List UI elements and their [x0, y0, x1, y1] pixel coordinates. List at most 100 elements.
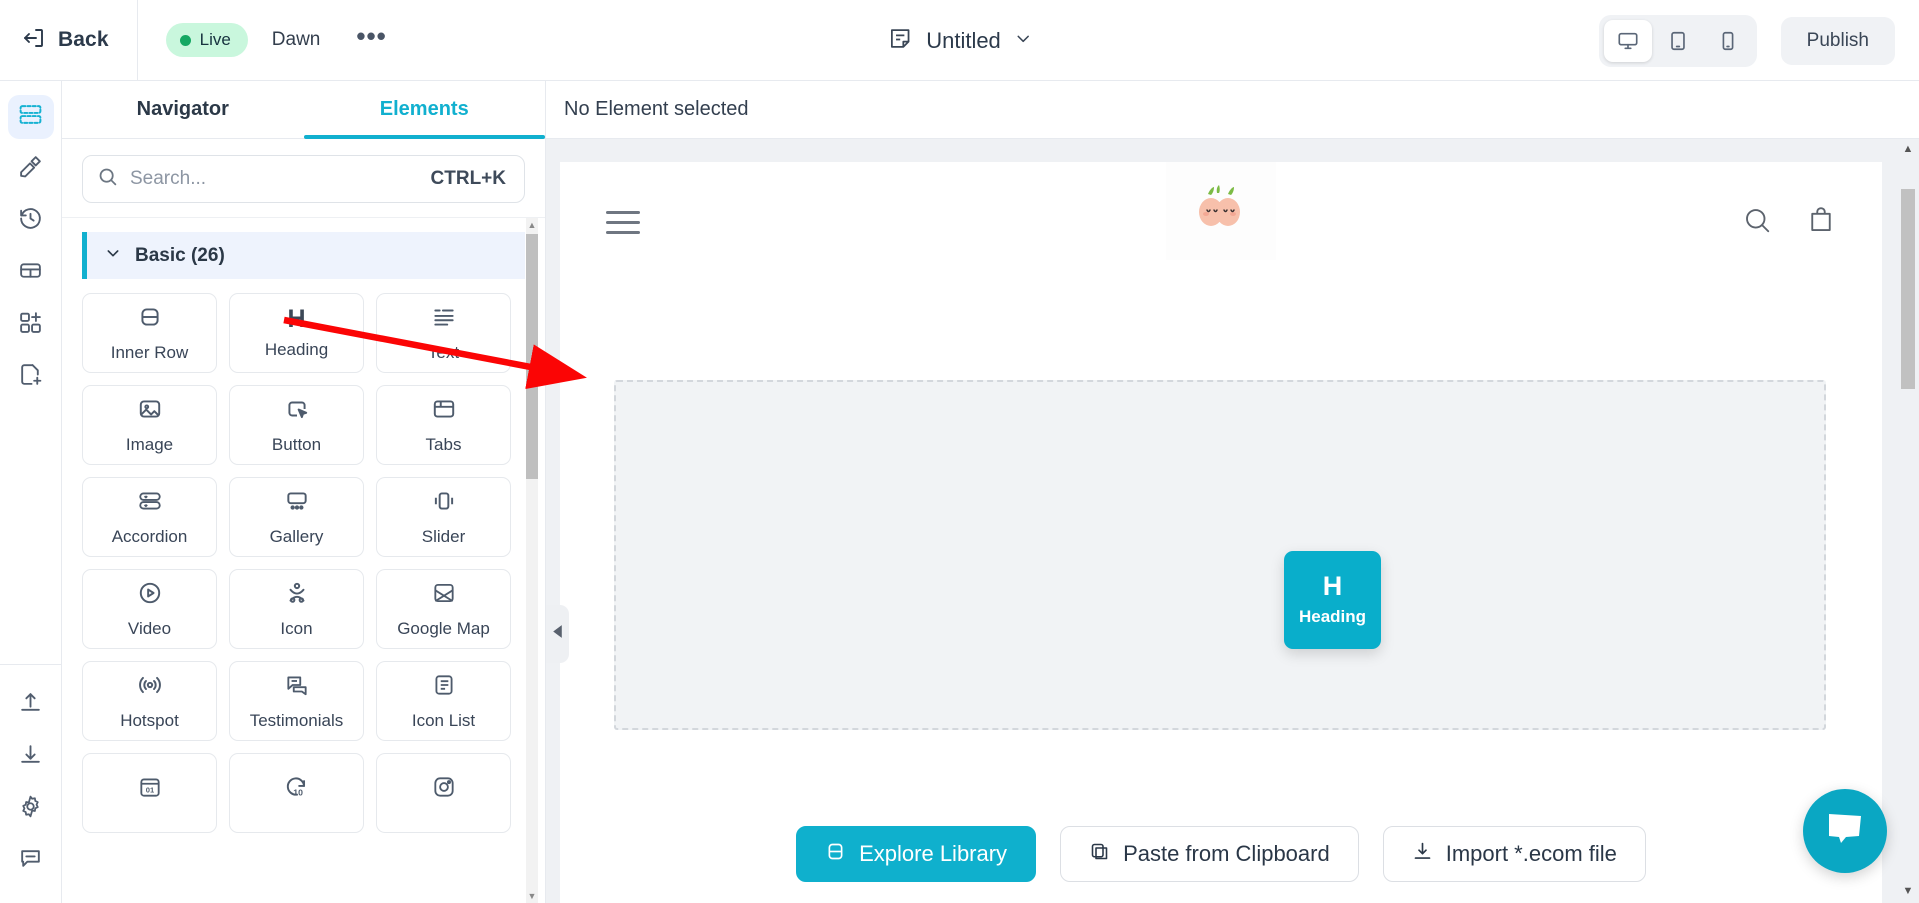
app-root: Back Live Dawn ••• Untitled Publish Navi… — [0, 0, 1919, 903]
top-right-controls: Publish — [1598, 0, 1895, 81]
button-label: Explore Library — [859, 841, 1008, 866]
drag-card-label: Heading — [1298, 607, 1367, 626]
elements-panel: Navigator Elements Search... CTRL+K Basi… — [62, 81, 546, 903]
canvas-scrollbar[interactable]: ▲ ▼ — [1897, 139, 1919, 903]
logout-arrow-icon — [22, 26, 46, 55]
scroll-up-arrow[interactable]: ▲ — [526, 218, 538, 232]
element-icon-list[interactable]: Icon List — [376, 661, 511, 741]
element-testimonials[interactable]: Testimonials — [229, 661, 364, 741]
live-status-badge[interactable]: Live — [165, 23, 248, 57]
tab-elements[interactable]: Elements — [303, 81, 546, 139]
tab-navigator[interactable]: Navigator — [62, 81, 304, 138]
element-accordion[interactable]: Accordion — [82, 477, 217, 557]
explore-library-button[interactable]: Explore Library — [796, 826, 1037, 882]
element-label: Text — [427, 342, 460, 362]
sections-icon — [18, 102, 43, 132]
element-button[interactable]: Button — [229, 385, 364, 465]
rail-item-settings[interactable] — [8, 787, 54, 831]
chevron-down-icon[interactable] — [1015, 30, 1032, 52]
more-options-button[interactable]: ••• — [344, 21, 398, 59]
paste-from-clipboard-button[interactable]: Paste from Clipboard — [1060, 826, 1359, 882]
element-label: Slider — [421, 526, 466, 546]
file-plus-icon — [18, 362, 43, 392]
rail-item-new-page[interactable] — [8, 355, 54, 399]
rail-item-upload[interactable] — [8, 683, 54, 727]
canvas-scroll-thumb[interactable] — [1901, 189, 1915, 389]
element-label: Video — [127, 618, 172, 638]
scroll-up-arrow[interactable]: ▲ — [1897, 139, 1919, 159]
map-icon — [431, 580, 457, 611]
rail-item-history[interactable] — [8, 199, 54, 243]
element-label: Heading — [264, 340, 329, 359]
button-label: Paste from Clipboard — [1123, 841, 1330, 866]
element-google-map[interactable]: Google Map — [376, 569, 511, 649]
tabs-icon — [431, 396, 457, 427]
rail-item-support[interactable] — [8, 839, 54, 883]
element-inner-row[interactable]: Inner Row — [82, 293, 217, 373]
heading-h-icon: H — [1322, 571, 1343, 601]
svg-text:01: 01 — [145, 785, 153, 794]
chat-support-button[interactable] — [1803, 789, 1887, 873]
rail-item-templates[interactable] — [8, 251, 54, 295]
element-label: Google Map — [397, 618, 490, 638]
hamburger-menu-icon[interactable] — [606, 210, 640, 234]
left-icon-rail — [0, 81, 62, 903]
panel-scroll-thumb[interactable] — [526, 234, 538, 479]
element-instagram[interactable] — [376, 753, 511, 833]
element-icon[interactable]: Icon — [229, 569, 364, 649]
site-navbar — [560, 162, 1882, 282]
drop-zone[interactable] — [614, 380, 1826, 730]
element-countdown[interactable]: 10 — [229, 753, 364, 833]
panel-scrollbar[interactable]: ▲ ▼ — [526, 218, 538, 903]
element-gallery[interactable]: Gallery — [229, 477, 364, 557]
element-label: Accordion — [111, 526, 188, 546]
document-title-group[interactable]: Untitled — [887, 0, 1032, 81]
import-ecom-file-button[interactable]: Import *.ecom file — [1382, 826, 1646, 882]
element-text[interactable]: Text — [376, 293, 511, 373]
device-desktop-button[interactable] — [1603, 19, 1652, 62]
element-image[interactable]: Image — [82, 385, 217, 465]
back-button[interactable]: Back — [0, 0, 138, 81]
rail-item-apps[interactable] — [8, 303, 54, 347]
inner-row-icon — [137, 304, 163, 335]
theme-name[interactable]: Dawn — [262, 29, 331, 51]
device-tablet-button[interactable] — [1654, 20, 1702, 62]
element-calendar[interactable]: 01 — [82, 753, 217, 833]
element-heading[interactable]: H Heading — [229, 293, 364, 373]
scroll-down-arrow[interactable]: ▼ — [1897, 881, 1919, 901]
elements-list-area: Basic (26) Inner Row H Heading Text Imag… — [62, 218, 545, 903]
section-header-basic[interactable]: Basic (26) — [82, 232, 525, 279]
element-video[interactable]: Video — [82, 569, 217, 649]
element-label: Inner Row — [110, 342, 189, 362]
rail-item-theme[interactable] — [8, 147, 54, 191]
accordion-icon — [137, 488, 163, 519]
download-icon — [18, 742, 43, 772]
heading-h-icon: H — [287, 305, 306, 333]
scroll-down-arrow[interactable]: ▼ — [526, 889, 538, 903]
rail-item-layers[interactable] — [7, 95, 54, 139]
button-label: Import *.ecom file — [1445, 841, 1617, 866]
dragged-element-card[interactable]: H Heading — [1284, 551, 1381, 649]
panel-tabs: Navigator Elements — [62, 81, 545, 139]
canvas-stage: No Element selected Explore Library Past… — [546, 81, 1919, 903]
selection-status: No Element selected — [564, 98, 749, 120]
note-icon — [887, 26, 912, 56]
element-label: Hotspot — [120, 710, 179, 730]
device-mobile-button[interactable] — [1704, 20, 1752, 62]
element-label: Icon — [280, 618, 313, 638]
import-download-icon — [1412, 841, 1433, 868]
element-tabs[interactable]: Tabs — [376, 385, 511, 465]
element-hotspot[interactable]: Hotspot — [82, 661, 217, 741]
panel-collapse-handle[interactable] — [546, 605, 569, 663]
element-slider[interactable]: Slider — [376, 477, 511, 557]
countdown-10-icon: 10 — [284, 774, 310, 805]
rail-item-download[interactable] — [8, 735, 54, 779]
svg-text:10: 10 — [293, 787, 303, 797]
search-icon[interactable] — [1742, 205, 1772, 240]
search-input[interactable]: Search... CTRL+K — [82, 155, 525, 203]
publish-button[interactable]: Publish — [1780, 16, 1895, 65]
live-label: Live — [199, 30, 231, 49]
icon-list-icon — [431, 672, 457, 703]
shopping-bag-icon[interactable] — [1806, 205, 1836, 240]
top-toolbar: Back Live Dawn ••• Untitled Publish — [0, 0, 1919, 81]
